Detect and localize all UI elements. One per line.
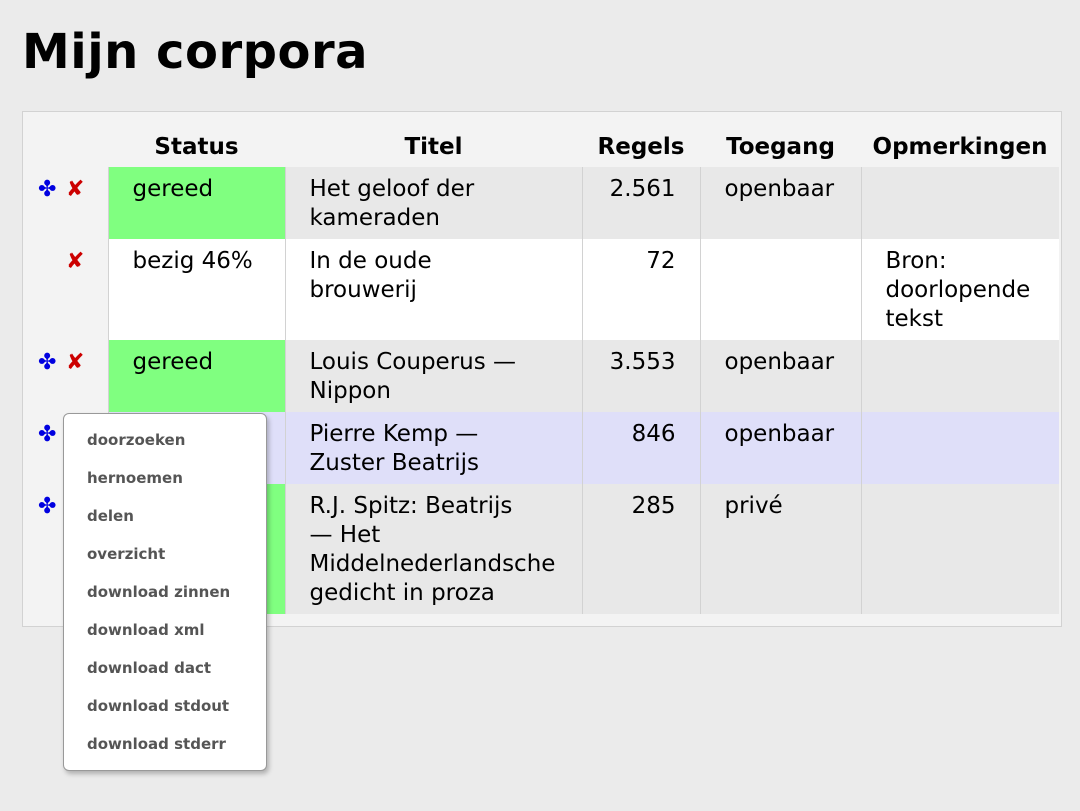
title-header: Titel (404, 134, 463, 160)
title-cell: Louis Couperus — Nippon (284, 340, 582, 412)
actions-header (32, 127, 108, 167)
title-line: R.J. Spitz: Beatrijs (309, 493, 513, 519)
table-header-row: Status Titel Regels Toegang Opmerkingen (32, 127, 1059, 167)
remarks-line: Bron: (885, 248, 947, 274)
remarks-cell (860, 167, 1059, 239)
menu-item-download-stderr[interactable]: download stderr (64, 731, 266, 769)
lines-cell: 846 (581, 412, 700, 484)
remarks-line: tekst (885, 306, 944, 332)
title-line: In de oude (309, 248, 432, 274)
table-row: ✤ ✘ gereed Het geloof der kameraden 2.561… (32, 167, 1059, 239)
lines-cell: 285 (581, 484, 700, 614)
remarks-cell (860, 340, 1059, 412)
title-line: — Het (309, 522, 381, 548)
menu-item-overview[interactable]: overzicht (64, 541, 266, 579)
delete-icon[interactable]: ✘ (66, 348, 94, 377)
title-line: Middelnederlandsche (309, 551, 556, 577)
context-menu: doorzoeken hernoemen delen overzicht dow… (63, 413, 267, 771)
title-line: Pierre Kemp — (309, 421, 479, 447)
lines-cell: 2.561 (581, 167, 700, 239)
row-actions: ✤ ✘ (32, 167, 108, 239)
status-cell: gereed (107, 167, 285, 239)
move-icon[interactable]: ✤ (38, 175, 66, 204)
remarks-header: Opmerkingen (872, 134, 1048, 160)
title-cell: Het geloof der kameraden (284, 167, 582, 239)
title-line: kameraden (309, 205, 440, 231)
move-icon[interactable]: ✤ (38, 492, 66, 521)
access-cell: privé (699, 484, 861, 614)
row-actions: ✘ (32, 239, 108, 340)
table-row: ✘ bezig 46% In de oude brouwerij 72 Bron… (32, 239, 1059, 340)
status-cell: bezig 46% (107, 239, 285, 340)
menu-item-download-sentences[interactable]: download zinnen (64, 579, 266, 617)
lines-cell: 3.553 (581, 340, 700, 412)
row-actions: ✤ ✘ (32, 340, 108, 412)
access-cell (699, 239, 861, 340)
move-icon[interactable]: ✤ (38, 420, 66, 449)
access-cell: openbaar (699, 340, 861, 412)
lines-header: Regels (597, 134, 685, 160)
access-cell: openbaar (699, 412, 861, 484)
title-line: gedicht in proza (309, 580, 495, 606)
title-cell: Pierre Kemp — Zuster Beatrijs (284, 412, 582, 484)
menu-item-download-dact[interactable]: download dact (64, 655, 266, 693)
move-icon[interactable]: ✤ (38, 348, 66, 377)
menu-item-search[interactable]: doorzoeken (64, 427, 266, 465)
title-line: Nippon (309, 378, 391, 404)
delete-icon[interactable]: ✘ (66, 175, 94, 204)
delete-icon[interactable]: ✘ (66, 247, 94, 276)
status-header: Status (154, 134, 239, 160)
menu-item-share[interactable]: delen (64, 503, 266, 541)
title-line: brouwerij (309, 277, 417, 303)
lines-cell: 72 (581, 239, 700, 340)
access-header: Toegang (726, 134, 835, 160)
access-cell: openbaar (699, 167, 861, 239)
title-line: Het geloof der (309, 176, 475, 202)
status-cell: gereed (107, 340, 285, 412)
page-title: Mijn corpora (22, 24, 369, 80)
remarks-cell: Bron: doorlopende tekst (860, 239, 1059, 340)
remarks-cell (860, 412, 1059, 484)
menu-item-download-xml[interactable]: download xml (64, 617, 266, 655)
title-cell: R.J. Spitz: Beatrijs — Het Middelnederla… (284, 484, 582, 614)
table-row: ✤ ✘ gereed Louis Couperus — Nippon 3.553 … (32, 340, 1059, 412)
remarks-cell (860, 484, 1059, 614)
menu-item-rename[interactable]: hernoemen (64, 465, 266, 503)
remarks-line: doorlopende (885, 277, 1031, 303)
title-line: Zuster Beatrijs (309, 450, 480, 476)
title-line: Louis Couperus — (309, 349, 517, 375)
menu-item-download-stdout[interactable]: download stdout (64, 693, 266, 731)
title-cell: In de oude brouwerij (284, 239, 582, 340)
